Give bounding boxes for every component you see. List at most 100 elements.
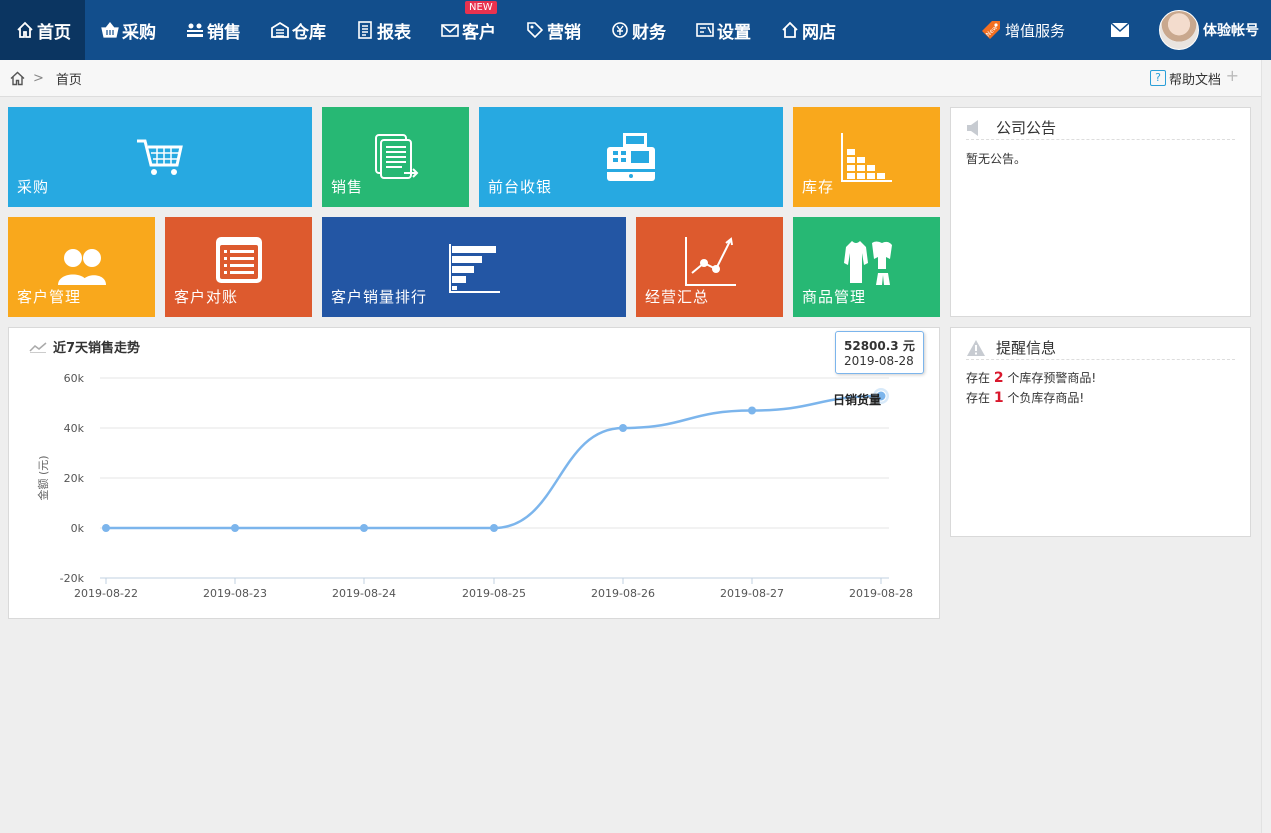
tile-purchase[interactable]: 采购 [8,107,312,207]
main-nav: 首页 采购 销售 仓库 报表 NEW 客户 营销 财务 设置 网店 [0,0,850,60]
tooltip-value: 52800.3 元 [844,339,915,353]
tile-customer-management[interactable]: 客户管理 [8,217,155,317]
nav-item-report[interactable]: 报表 [340,0,425,60]
value-added-label: 增值服务 [1004,21,1065,40]
mail-icon [441,21,459,39]
tile-customer-ranking[interactable]: 客户销量排行 [322,217,626,317]
inventory-icon [841,133,892,182]
home-icon[interactable] [10,71,25,86]
data-point [490,524,498,532]
sales-trend-chart-panel: 60k 40k 20k 0k -20k 金额 (元) 2019-08-22 2019-08-2… [8,327,940,619]
account-name[interactable]: 体验帐号 [1203,20,1259,40]
x-tick-label: 2019-08-28 [849,587,913,600]
tile-sales[interactable]: 销售 [322,107,469,207]
value-added-services-link[interactable]: New 增值服务 [980,19,1065,41]
speaker-icon [967,119,978,136]
reminder-line-negative-stock[interactable]: 存在 1 个负库存商品! [966,388,1096,408]
report-icon [356,21,374,39]
settings-icon [696,21,714,39]
nav-label: 报表 [377,22,411,43]
reminder-list: 存在 2 个库存预警商品! 存在 1 个负库存商品! [966,368,1096,408]
avatar[interactable] [1159,10,1199,50]
reminder-header: 提醒信息 [966,336,1235,360]
nav-label: 仓库 [292,22,326,43]
nav-item-purchase[interactable]: 采购 [85,0,170,60]
y-tick-label: 0k [71,522,85,535]
nav-label: 网店 [802,22,836,43]
notice-header: 公司公告 [966,116,1235,140]
reminder-suffix: 个负库存商品! [1007,391,1085,405]
reminder-panel: 提醒信息 存在 2 个库存预警商品! 存在 1 个负库存商品! [950,327,1251,537]
new-tag-icon: New [981,21,1000,39]
x-tick-label: 2019-08-24 [332,587,396,600]
x-tick-label: 2019-08-23 [203,587,267,600]
tile-customer-statement[interactable]: 客户对账 [165,217,312,317]
x-tick-label: 2019-08-27 [720,587,784,600]
nav-item-sales[interactable]: 销售 [170,0,255,60]
data-point [748,406,756,415]
tile-label: 商品管理 [802,288,867,306]
nav-item-customer[interactable]: NEW 客户 [425,0,510,60]
reminder-count: 2 [993,370,1004,386]
sales-doc-icon [375,134,419,179]
nav-item-warehouse[interactable]: 仓库 [255,0,340,60]
envelope-icon[interactable] [1111,23,1129,37]
nav-label: 营销 [547,22,581,43]
tile-label: 采购 [17,178,50,196]
tile-label: 库存 [802,178,835,196]
warehouse-icon [271,21,289,39]
help-docs-link[interactable]: ? 帮助文档 [1149,60,1221,96]
sales-trend-chart: 60k 40k 20k 0k -20k 金额 (元) 2019-08-22 2019-08-2… [36,372,913,600]
reminder-prefix: 存在 [966,391,991,405]
tile-label: 销售 [331,178,364,196]
line-chart-icon [29,341,47,353]
tile-label: 客户管理 [17,288,82,306]
tile-label: 前台收银 [488,178,553,196]
nav-item-shop[interactable]: 网店 [765,0,850,60]
y-axis-label: 金额 (元) [36,455,50,500]
tooltip-date: 2019-08-28 [844,354,914,368]
new-badge: NEW [465,1,497,14]
breadcrumb-bar: > 首页 ? 帮助文档 + [0,60,1261,97]
chart-tooltip: 52800.3 元 2019-08-28 [835,331,924,374]
tile-cashier[interactable]: 前台收银 [479,107,783,207]
tile-inventory[interactable]: 库存 [793,107,940,207]
vertical-scrollbar[interactable] [1261,60,1271,833]
tile-product-management[interactable]: 商品管理 [793,217,940,317]
x-tick-label: 2019-08-26 [591,587,655,600]
customers-icon [58,249,106,285]
question-icon: ? [1149,70,1166,86]
y-tick-label: -20k [60,572,85,585]
series-line [106,394,882,530]
help-docs-label: 帮助文档 [1168,72,1221,88]
tile-business-summary[interactable]: 经营汇总 [636,217,783,317]
data-point [619,424,627,432]
reminder-prefix: 存在 [966,371,991,385]
breadcrumb-separator: > [33,70,44,86]
nav-item-settings[interactable]: 设置 [680,0,765,60]
nav-label: 财务 [632,22,666,43]
shop-icon [781,21,799,39]
tile-label: 客户对账 [174,288,239,306]
reminder-count: 1 [993,390,1004,406]
finance-icon [611,21,629,39]
reminder-title: 提醒信息 [996,339,1057,357]
breadcrumb: > 首页 [10,60,82,96]
top-nav-bar: 首页 采购 销售 仓库 报表 NEW 客户 营销 财务 设置 网店 New 增值… [0,0,1271,60]
notice-body: 暂无公告。 [966,152,1027,166]
nav-label: 客户 [462,22,496,43]
reminder-line-stock-warning[interactable]: 存在 2 个库存预警商品! [966,368,1096,388]
plus-icon[interactable]: + [1226,66,1239,85]
x-tick-label: 2019-08-25 [462,587,526,600]
nav-label: 销售 [207,22,241,43]
nav-label: 设置 [717,22,751,43]
tile-label: 客户销量排行 [331,288,428,306]
nav-item-marketing[interactable]: 营销 [510,0,595,60]
nav-item-home[interactable]: 首页 [0,0,85,60]
data-point [102,524,110,532]
chart-title-text: 近7天销售走势 [53,341,141,356]
reminder-suffix: 个库存预警商品! [1007,371,1097,385]
nav-item-finance[interactable]: 财务 [595,0,680,60]
sales-icon [186,21,204,39]
notice-panel: 公司公告 暂无公告。 [950,107,1251,317]
